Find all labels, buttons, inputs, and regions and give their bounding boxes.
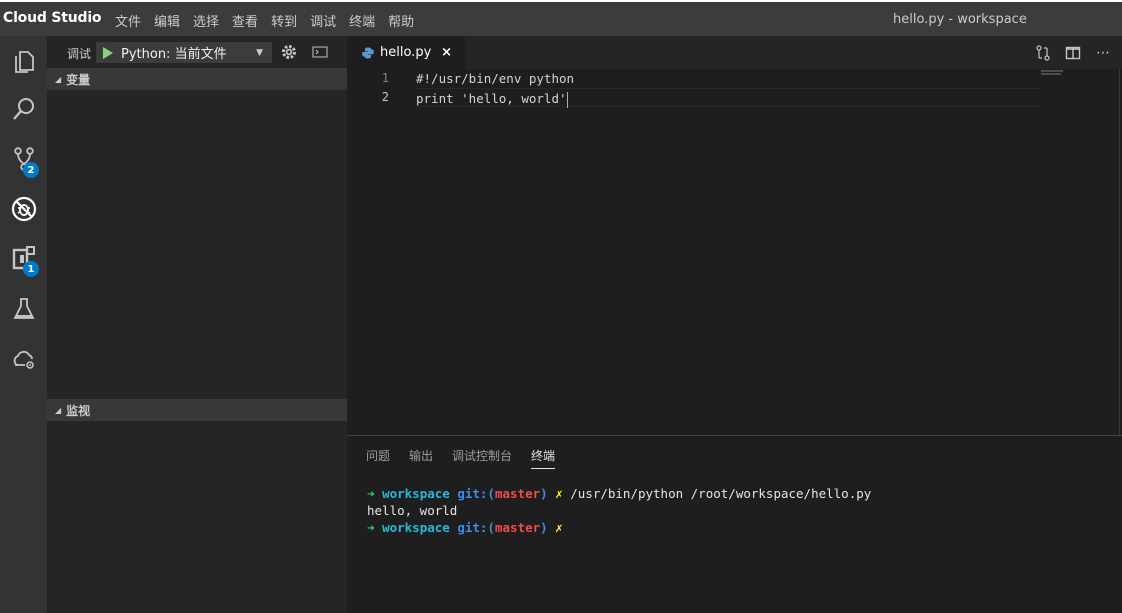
tab-label: hello.py [380, 45, 432, 60]
cloud-settings-icon [13, 350, 34, 369]
debug-console-icon[interactable] [311, 44, 329, 60]
menu-help[interactable]: 帮助 [388, 11, 414, 30]
explorer-icon [14, 51, 34, 73]
compare-icon [1036, 45, 1050, 61]
menu-terminal[interactable]: 终端 [349, 11, 375, 30]
watch-title: 监视 [66, 403, 91, 418]
more-icon: ⋯ [1096, 45, 1110, 61]
debug-view-title: 调试 [67, 47, 92, 61]
minimap-line [1041, 70, 1063, 72]
code-line-text: #!/usr/bin/env python [416, 71, 575, 86]
minimap[interactable] [1040, 69, 1120, 435]
prompt-dir: workspace [382, 520, 450, 535]
prompt-git-suffix: ) [540, 520, 548, 535]
menu-go[interactable]: 转到 [271, 11, 297, 30]
menu-file[interactable]: 文件 [115, 11, 141, 30]
split-editor-button[interactable] [1062, 43, 1084, 63]
menu-selection[interactable]: 选择 [193, 11, 219, 30]
python-file-icon [362, 47, 374, 58]
terminal-output: hello, world [367, 503, 458, 518]
search-button[interactable] [0, 84, 47, 134]
text-cursor [566, 91, 568, 108]
watch-section-header[interactable]: ◢ 监视 [47, 399, 347, 421]
tab-hello-py[interactable]: hello.py × [347, 36, 465, 69]
code-line-current[interactable]: print 'hello, world' [416, 88, 1042, 108]
prompt-dirty-mark: ✗ [555, 486, 563, 501]
cloud-button[interactable] [0, 334, 47, 384]
tab-terminal[interactable]: 终端 [531, 447, 556, 469]
test-button[interactable] [0, 284, 47, 334]
split-editor-icon [1065, 46, 1081, 60]
close-icon[interactable]: × [441, 45, 452, 60]
source-control-button[interactable]: 2 [0, 134, 47, 184]
tab-output[interactable]: 输出 [409, 447, 433, 469]
debug-button[interactable] [0, 184, 47, 234]
debug-sidebar: 调试 Python: 当前文件 ▼ ◢ 变量 ◢ 监视 [47, 36, 347, 613]
prompt-branch: master [494, 486, 541, 501]
editor-area: hello.py × ⋯ 1 2 #!/usr/bin/env python p… [347, 36, 1122, 435]
terminal-line: ➜ workspace git:(master) ✗ /usr/bin/pyth… [367, 485, 1117, 502]
bottom-panel: 问题 输出 调试控制台 终端 ➜ workspace git:(master) … [347, 435, 1122, 613]
flask-icon [13, 298, 34, 319]
extensions-button[interactable]: 1 [0, 234, 47, 284]
terminal[interactable]: ➜ workspace git:(master) ✗ /usr/bin/pyth… [367, 485, 1117, 536]
menu-view[interactable]: 查看 [232, 11, 258, 30]
vertical-scrollbar[interactable] [1119, 69, 1120, 435]
variables-section-header[interactable]: ◢ 变量 [47, 68, 347, 90]
prompt-git-prefix: git:( [457, 486, 495, 501]
start-debugging-icon[interactable] [103, 46, 113, 59]
tab-problems[interactable]: 问题 [366, 447, 390, 469]
menu-bar: 文件 编辑 选择 查看 转到 调试 终端 帮助 [115, 11, 427, 30]
debug-configuration-select[interactable]: Python: 当前文件 ▼ [96, 42, 272, 63]
explorer-button[interactable] [0, 36, 47, 86]
editor-actions: ⋯ [1032, 43, 1122, 63]
caret-down-icon: ◢ [55, 405, 62, 415]
caret-down-icon: ◢ [55, 74, 62, 84]
line-number: 2 [381, 90, 389, 104]
debug-toolbar: 调试 Python: 当前文件 ▼ [47, 36, 347, 68]
app-brand: Cloud Studio [3, 10, 102, 26]
prompt-branch: master [494, 520, 541, 535]
source-control-badge: 2 [23, 162, 39, 178]
debug-icon [11, 196, 36, 222]
terminal-command: /usr/bin/python /root/workspace/hello.py [570, 486, 872, 501]
minimap-line [1041, 73, 1061, 75]
tab-debug-console[interactable]: 调试控制台 [452, 447, 512, 469]
prompt-dirty-mark: ✗ [555, 520, 563, 535]
debug-configuration-label: Python: 当前文件 [121, 47, 227, 62]
prompt-arrow: ➜ [367, 520, 375, 535]
title-bar: Cloud Studio 文件 编辑 选择 查看 转到 调试 终端 帮助 hel… [0, 0, 1122, 36]
caret-down-icon: ▼ [256, 47, 263, 58]
editor-tab-bar: hello.py × ⋯ [347, 36, 1122, 69]
prompt-dir: workspace [382, 486, 450, 501]
prompt-arrow: ➜ [367, 486, 375, 501]
more-actions-button[interactable]: ⋯ [1092, 43, 1114, 63]
open-changes-button[interactable] [1032, 43, 1054, 63]
extensions-badge: 1 [23, 261, 39, 277]
terminal-line: ➜ workspace git:(master) ✗ [367, 519, 1117, 536]
menu-edit[interactable]: 编辑 [154, 11, 180, 30]
prompt-git-suffix: ) [540, 486, 548, 501]
window-title: hello.py - workspace [893, 12, 1027, 27]
variables-title: 变量 [66, 72, 91, 87]
gear-icon[interactable] [280, 43, 298, 61]
search-icon [12, 98, 34, 120]
code-line[interactable]: #!/usr/bin/env python [416, 69, 1042, 88]
line-number: 1 [381, 71, 389, 85]
code-line-text: print 'hello, world' [416, 91, 567, 106]
menu-debug[interactable]: 调试 [310, 11, 336, 30]
panel-tabs: 问题 输出 调试控制台 终端 [366, 447, 574, 469]
code-editor[interactable]: #!/usr/bin/env python print 'hello, worl… [416, 69, 1042, 108]
line-number-gutter: 1 2 [347, 69, 402, 107]
activity-bar: 2 1 [0, 36, 47, 613]
prompt-git-prefix: git:( [457, 520, 495, 535]
